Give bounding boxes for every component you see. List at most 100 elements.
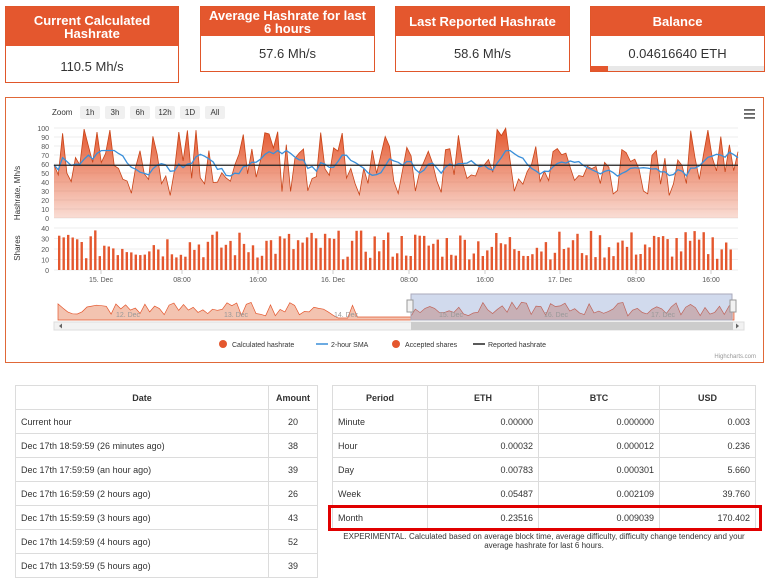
y-tick-label: 30	[41, 189, 49, 196]
cell-date: Dec 17th 15:59:59 (3 hours ago)	[15, 505, 269, 530]
scrollbar-thumb[interactable]	[411, 322, 733, 330]
share-bar	[337, 230, 340, 270]
y-tick-label: 90	[41, 135, 49, 142]
share-bar	[414, 234, 417, 270]
share-bar	[400, 236, 403, 270]
share-bar	[670, 256, 674, 270]
share-bar	[725, 242, 728, 270]
column-header-date: Date	[15, 385, 269, 410]
zoom-button-12h[interactable]: 12h	[155, 106, 175, 119]
hamburger-icon[interactable]	[744, 109, 755, 119]
legend-item[interactable]: Accepted shares	[392, 340, 458, 349]
share-bar	[278, 236, 282, 270]
legend-item[interactable]: 2-hour SMA	[316, 342, 369, 349]
navigator-label: 17. Dec	[651, 312, 676, 319]
y-tick-label: 50	[41, 171, 49, 178]
card-title: Average Hashrate for last 6 hours	[201, 7, 374, 36]
table-row: Current hour 20	[15, 409, 318, 434]
cell-btc: 0.000301	[538, 457, 660, 482]
share-bar	[121, 248, 124, 270]
x-tick-label: 16. Dec	[321, 277, 346, 284]
navigator-handle-left[interactable]	[406, 299, 414, 313]
cell-eth: 0.00783	[427, 457, 539, 482]
share-bar	[423, 235, 426, 270]
table-header-row: Period ETH BTC USD	[332, 385, 756, 410]
navigator-label: 15. Dec	[439, 312, 464, 319]
y-tick-label: 40	[41, 180, 49, 187]
share-bar	[197, 244, 201, 270]
table-row: Dec 17th 13:59:59 (5 hours ago) 39	[15, 553, 318, 578]
share-bar	[125, 252, 128, 270]
share-bar	[639, 254, 642, 270]
zoom-button-1h[interactable]: 1h	[80, 106, 100, 119]
card-value: 57.6 Mh/s	[258, 46, 317, 61]
svg-text:1h: 1h	[86, 108, 95, 117]
x-tick-label: 17. Dec	[548, 277, 573, 284]
x-tick-label: 08:00	[173, 277, 191, 284]
share-bar	[405, 255, 408, 270]
cell-amount: 26	[268, 481, 318, 506]
table-row: Dec 17th 17:59:59 (an hour ago) 39	[15, 457, 318, 482]
table-row: Dec 17th 16:59:59 (2 hours ago) 26	[15, 481, 318, 506]
share-bar	[233, 255, 237, 270]
navigator-handle-right[interactable]	[729, 299, 737, 313]
zoom-button-3h[interactable]: 3h	[105, 106, 125, 119]
table-row: Hour 0.00032 0.000012 0.236	[332, 433, 756, 458]
share-bar	[594, 257, 597, 270]
share-bar	[450, 254, 453, 270]
share-bar	[134, 254, 137, 270]
share-bar	[463, 239, 466, 270]
x-tick-label: 16:00	[702, 277, 720, 284]
share-bar	[585, 255, 588, 270]
cell-amount: 39	[268, 457, 318, 482]
zoom-button-6h[interactable]: 6h	[130, 106, 150, 119]
x-tick-label: 16:00	[249, 277, 267, 284]
zoom-button-All[interactable]: All	[205, 106, 225, 119]
share-bar	[580, 253, 584, 270]
share-bar	[549, 259, 552, 270]
cell-date: Dec 17th 14:59:59 (4 hours ago)	[15, 529, 269, 554]
share-bar	[364, 251, 367, 270]
card-title: Current Calculated Hashrate	[6, 7, 178, 46]
cell-date: Dec 17th 17:59:59 (an hour ago)	[15, 457, 269, 482]
cell-amount: 20	[268, 409, 318, 434]
cell-period: Week	[332, 481, 428, 506]
share-bar	[630, 232, 633, 270]
share-bar	[305, 237, 309, 270]
share-bar	[206, 241, 210, 270]
legend-item[interactable]: Calculated hashrate	[219, 340, 294, 349]
share-bar	[688, 240, 692, 270]
share-bar	[481, 256, 484, 270]
card-average-hashrate: Average Hashrate for last 6 hours 57.6 M…	[200, 6, 375, 72]
share-bar	[508, 237, 512, 270]
svg-text:Accepted shares: Accepted shares	[405, 342, 458, 349]
y-tick-label: 0	[45, 216, 49, 223]
y-tick-label: 60	[41, 162, 49, 169]
table-row: Dec 17th 18:59:59 (26 minutes ago) 38	[15, 433, 318, 458]
legend-item[interactable]: Reported hashrate	[473, 342, 546, 349]
svg-text:Reported hashrate: Reported hashrate	[488, 342, 546, 349]
payout-history-table: Date Amount Current hour 20 Dec 17th 18:59…	[15, 385, 318, 578]
card-value: 110.5 Mh/s	[60, 59, 124, 74]
navigator-label: 12. Dec	[116, 312, 141, 319]
share-bar	[139, 255, 142, 270]
share-bar	[314, 238, 318, 270]
share-bar	[553, 252, 557, 270]
month-row-highlight	[328, 505, 762, 531]
share-bar	[175, 257, 178, 270]
share-bar	[531, 254, 534, 270]
cell-btc: 0.002109	[538, 481, 660, 506]
highcharts-credit[interactable]: Highcharts.com	[714, 354, 756, 360]
share-bar	[301, 242, 304, 270]
zoom-button-1D[interactable]: 1D	[180, 106, 200, 119]
share-bar	[242, 243, 246, 270]
share-bar	[373, 236, 376, 270]
cell-date: Current hour	[15, 409, 269, 434]
y-tick-label: 20	[41, 198, 49, 205]
share-bar	[260, 255, 264, 270]
share-bar	[350, 240, 354, 270]
share-bar	[513, 249, 516, 270]
cell-amount: 52	[268, 529, 318, 554]
share-bar	[387, 232, 390, 270]
svg-text:6h: 6h	[136, 108, 145, 117]
